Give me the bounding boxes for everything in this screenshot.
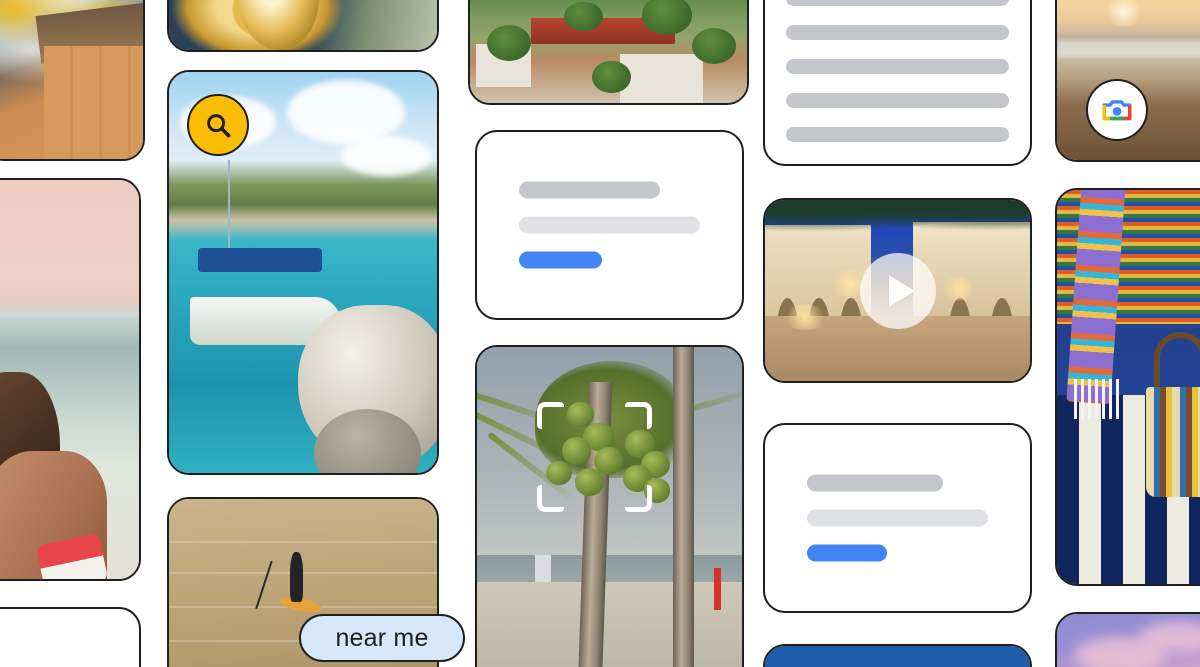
placeholder-bar xyxy=(786,0,1009,6)
collage-canvas: near me xyxy=(0,0,1200,667)
placeholder-bar-action[interactable] xyxy=(519,251,603,269)
flowers-artwork xyxy=(765,646,1030,667)
play-button[interactable] xyxy=(859,252,936,329)
placeholder-bar-action[interactable] xyxy=(807,544,887,562)
google-lens-badge[interactable] xyxy=(1086,79,1148,141)
papel-picado-street-photo[interactable] xyxy=(0,0,145,161)
colonial-plaza-video[interactable] xyxy=(763,198,1032,383)
aerial-village-photo[interactable] xyxy=(468,0,749,105)
papel-picado-artwork xyxy=(0,0,143,159)
textile-artwork xyxy=(1057,190,1200,584)
placeholder-bar-title xyxy=(519,181,660,199)
near-me-chip[interactable]: near me xyxy=(299,614,465,662)
google-lens-icon xyxy=(1102,100,1132,121)
placeholder-bar-body xyxy=(807,509,988,527)
turquoise-bay-boat-photo[interactable] xyxy=(167,70,439,475)
result-placeholder-card-bottom[interactable] xyxy=(763,423,1032,613)
lens-focus-frame-icon[interactable] xyxy=(537,402,652,512)
placeholder-bar xyxy=(786,59,1009,74)
near-me-chip-label: near me xyxy=(335,623,429,652)
play-icon xyxy=(888,274,915,307)
corner-placeholder-card[interactable] xyxy=(0,607,141,667)
village-artwork xyxy=(470,0,747,103)
list-placeholder-card[interactable] xyxy=(763,0,1032,166)
flowers-sky-photo[interactable] xyxy=(763,644,1032,667)
placeholder-bar-body xyxy=(519,216,700,234)
placeholder-bar-title xyxy=(807,474,943,492)
result-placeholder-bars-bottom xyxy=(765,474,1030,562)
placeholder-bar xyxy=(786,93,1009,108)
search-icon xyxy=(207,114,231,138)
coconut-palm-beach-photo[interactable] xyxy=(475,345,744,667)
search-badge[interactable] xyxy=(187,94,249,156)
surfer-beach-photo[interactable] xyxy=(0,178,141,581)
textile-market-photo[interactable] xyxy=(1055,188,1200,586)
result-placeholder-card-top[interactable] xyxy=(475,130,744,320)
trumpet-artwork xyxy=(169,0,437,50)
placeholder-bar xyxy=(786,25,1009,40)
surfer-artwork xyxy=(0,180,139,579)
result-placeholder-bars xyxy=(477,181,742,269)
placeholder-bar xyxy=(786,127,1009,142)
mariachi-trumpet-photo[interactable] xyxy=(167,0,439,52)
list-placeholder-bars xyxy=(765,0,1030,142)
purple-sunset-sky-photo[interactable] xyxy=(1055,612,1200,667)
purple-sky-artwork xyxy=(1057,614,1200,667)
